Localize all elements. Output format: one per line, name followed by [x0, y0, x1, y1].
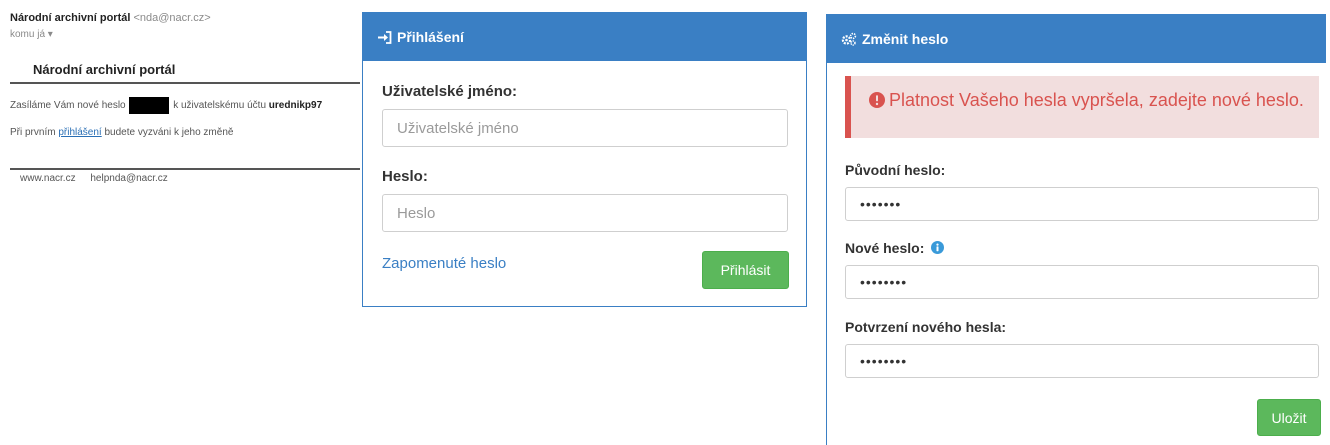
email-divider-top [10, 82, 360, 84]
email-line2-text: Při prvním [10, 127, 56, 138]
email-line1-text: Zasíláme Vám nové heslo [10, 100, 126, 112]
email-footer-mail[interactable]: helpnda@nacr.cz [90, 173, 167, 184]
new-password-input[interactable]: •••••••• [845, 265, 1319, 299]
email-recipient-toggle[interactable]: komu já ▾ [10, 29, 53, 40]
email-message: Národní archivní portál <nda@nacr.cz> ko… [0, 0, 362, 445]
password-input[interactable] [382, 194, 788, 232]
email-footer-web[interactable]: www.nacr.cz [20, 173, 76, 184]
old-password-input[interactable]: ••••••• [845, 187, 1319, 221]
email-username: urednikp97 [268, 100, 323, 112]
email-sender-address: <nda@nacr.cz> [133, 12, 211, 24]
email-sender-name: Národní archivní portál [10, 12, 131, 24]
change-password-title: Změnit heslo [862, 31, 949, 47]
email-line1-suffix: k uživatelskému účtu [173, 100, 267, 112]
forgot-password-link[interactable]: Zapomenuté heslo [382, 255, 506, 272]
password-expired-alert: Platnost Vašeho hesla vypršela, zadejte … [845, 76, 1319, 138]
login-button[interactable]: Přihlásit [702, 251, 789, 289]
email-title: Národní archivní portál [33, 62, 176, 77]
email-password-line: Zasíláme Vám nové heslo k uživatelskému … [10, 97, 322, 114]
new-password-label: Nové heslo: [845, 240, 945, 257]
sign-in-icon [377, 30, 392, 44]
change-password-header: Změnit heslo [827, 15, 1326, 63]
redacted-password [129, 97, 170, 114]
username-input[interactable] [382, 109, 788, 147]
change-password-panel: Změnit heslo Platnost Vašeho hesla vyprš… [826, 14, 1326, 445]
confirm-password-label: Potvrzení nového hesla: [845, 319, 1007, 335]
login-panel-title: Přihlášení [397, 29, 464, 45]
alert-text: Platnost Vašeho hesla vypršela, zadejte … [889, 90, 1304, 110]
email-divider-bottom [10, 168, 360, 170]
email-line2-suffix: budete vyzváni k jeho změně [104, 127, 234, 138]
email-footer: www.nacr.cz helpnda@nacr.cz [20, 173, 168, 184]
login-panel: Přihlášení Uživatelské jméno: Heslo: Zap… [362, 12, 807, 307]
info-circle-icon[interactable] [931, 241, 945, 257]
old-password-label: Původní heslo: [845, 162, 946, 178]
username-label: Uživatelské jméno: [382, 83, 518, 100]
email-sender: Národní archivní portál <nda@nacr.cz> [10, 12, 211, 24]
exclamation-circle-icon [869, 92, 885, 112]
confirm-password-input[interactable]: •••••••• [845, 344, 1319, 378]
save-button[interactable]: Uložit [1257, 399, 1321, 436]
gears-icon [841, 32, 857, 46]
new-password-label-text: Nové heslo: [845, 240, 925, 256]
login-panel-header: Přihlášení [363, 13, 806, 61]
email-instruction-line: Při prvním přihlášení budete vyzváni k j… [10, 127, 233, 138]
password-label: Heslo: [382, 168, 428, 185]
email-login-link[interactable]: přihlášení [58, 127, 101, 138]
